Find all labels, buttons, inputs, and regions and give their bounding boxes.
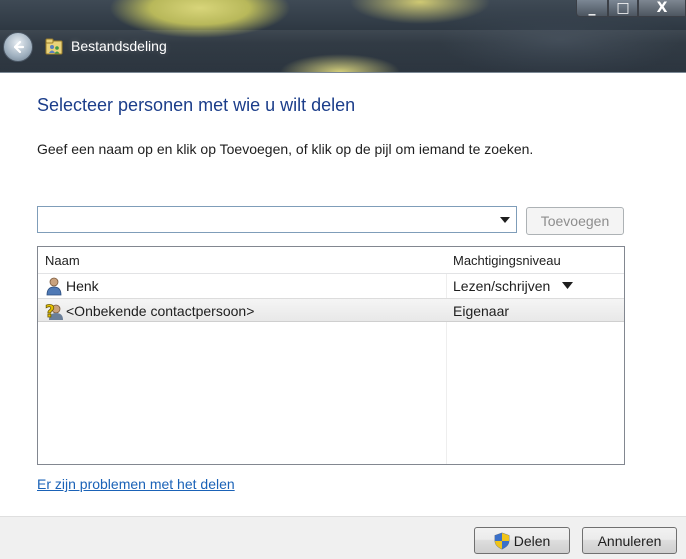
list-item[interactable]: Henk Lezen/schrijven: [38, 274, 624, 298]
column-header-permission[interactable]: Machtigingsniveau: [453, 253, 561, 268]
column-header-name[interactable]: Naam: [45, 253, 80, 268]
page-title: Selecteer personen met wie u wilt delen: [37, 95, 356, 115]
share-button[interactable]: Delen: [474, 527, 570, 554]
people-list: Naam Machtigingsniveau Henk Lezen/schrij…: [37, 246, 625, 465]
dropdown-arrow-icon: [500, 216, 510, 223]
window-title: Bestandsdeling: [71, 38, 167, 54]
minimize-button[interactable]: _: [576, 0, 608, 17]
dialog-footer: Delen Annuleren: [0, 516, 686, 559]
permission-level[interactable]: Lezen/schrijven: [453, 278, 550, 294]
person-combobox[interactable]: [37, 206, 517, 233]
close-button[interactable]: X: [638, 0, 686, 17]
instruction-text: Geef een naam op en klik op Toevoegen, o…: [37, 141, 534, 157]
share-button-label: Delen: [513, 532, 551, 549]
permission-dropdown-icon[interactable]: [562, 282, 573, 289]
add-button[interactable]: Toevoegen: [526, 207, 624, 235]
shield-icon: [494, 532, 510, 549]
permission-level: Eigenaar: [453, 303, 510, 319]
person-name: <Onbekende contactpersoon>: [66, 303, 255, 319]
file-sharing-icon: [45, 38, 63, 55]
unknown-contact-icon: ?: [45, 302, 63, 321]
maximize-button[interactable]: □: [608, 0, 638, 17]
back-button[interactable]: [3, 32, 33, 62]
cancel-button[interactable]: Annuleren: [582, 527, 677, 554]
user-icon: [46, 277, 62, 296]
svg-text:?: ?: [45, 302, 55, 321]
list-header: Naam Machtigingsniveau: [38, 247, 624, 274]
back-arrow-icon: [13, 40, 25, 54]
sharing-problems-link[interactable]: Er zijn problemen met het delen: [37, 476, 235, 492]
person-name: Henk: [66, 278, 99, 294]
person-name-input[interactable]: [38, 207, 500, 232]
window-controls: _ □ X: [576, 0, 686, 17]
combobox-dropdown-button[interactable]: [494, 207, 516, 232]
list-item[interactable]: ? <Onbekende contactpersoon> Eigenaar: [38, 298, 624, 322]
